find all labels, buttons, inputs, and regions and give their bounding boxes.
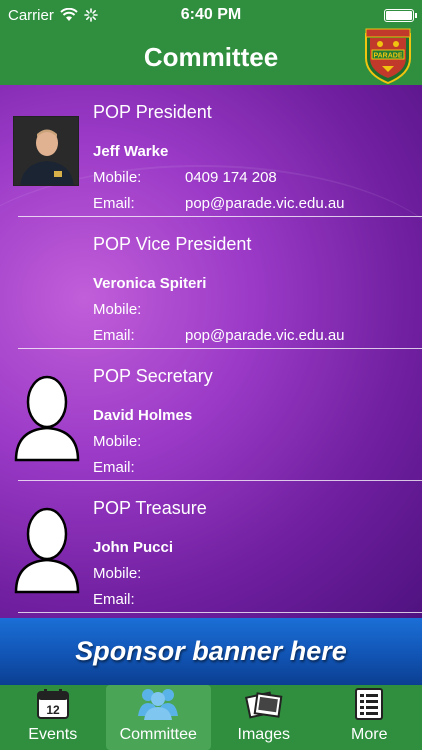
status-left: Carrier xyxy=(8,7,148,24)
email-label: Email: xyxy=(93,591,135,608)
status-bar: Carrier 6:40 PM xyxy=(0,0,422,30)
school-crest-logo: PARADE xyxy=(365,28,411,84)
tab-label: Events xyxy=(28,726,78,743)
list-item[interactable]: POP Secretary David Holmes Mobile: Email… xyxy=(0,349,422,481)
member-role: POP Vice President xyxy=(93,234,252,254)
mobile-label: Mobile: xyxy=(93,565,142,582)
list-item[interactable]: POP Treasure John Pucci Mobile: Email: xyxy=(0,481,422,613)
tab-events[interactable]: 12 Events xyxy=(0,685,106,750)
member-name: Jeff Warke xyxy=(93,143,169,160)
navigation-bar: Committee PARADE xyxy=(0,28,422,85)
calendar-day: 12 xyxy=(46,703,60,717)
email-value[interactable]: pop@parade.vic.edu.au xyxy=(185,327,345,344)
page-title: Committee xyxy=(143,42,279,72)
activity-spinner-icon xyxy=(84,8,98,22)
mobile-value[interactable]: 0409 174 208 xyxy=(185,169,277,186)
email-label: Email: xyxy=(93,195,135,212)
tab-committee[interactable]: Committee xyxy=(105,685,211,750)
member-role: POP Secretary xyxy=(93,366,213,386)
person-placeholder-icon xyxy=(14,507,80,594)
people-icon xyxy=(136,685,180,722)
mobile-label: Mobile: xyxy=(93,433,142,450)
email-value[interactable]: pop@parade.vic.edu.au xyxy=(185,195,345,212)
member-name: John Pucci xyxy=(93,539,174,556)
status-time: 6:40 PM xyxy=(180,6,242,23)
member-name: Veronica Spiteri xyxy=(93,275,207,292)
photos-icon xyxy=(242,685,286,722)
person-photo-icon xyxy=(14,117,78,185)
list-icon xyxy=(347,685,391,722)
wifi-icon xyxy=(60,8,78,21)
member-role: POP Treasure xyxy=(93,498,207,518)
tab-label: Committee xyxy=(119,726,197,743)
person-placeholder-icon xyxy=(14,375,80,462)
member-role: POP President xyxy=(93,102,212,122)
divider xyxy=(18,612,422,613)
tab-images[interactable]: Images xyxy=(211,685,317,750)
sponsor-banner[interactable]: Sponsor banner here xyxy=(0,618,422,685)
status-right xyxy=(274,8,417,22)
battery-icon xyxy=(384,8,417,22)
member-photo xyxy=(13,116,79,186)
email-label: Email: xyxy=(93,327,135,344)
mobile-label: Mobile: xyxy=(93,169,142,186)
committee-list[interactable]: POP President Jeff Warke Mobile: 0409 17… xyxy=(0,85,422,618)
list-item[interactable]: POP Vice President Veronica Spiteri Mobi… xyxy=(0,217,422,349)
tab-label: More xyxy=(351,726,388,743)
tab-bar: 12 Events Committee Images More xyxy=(0,685,422,750)
carrier-label: Carrier xyxy=(8,6,54,24)
calendar-icon: 12 xyxy=(31,685,75,722)
email-label: Email: xyxy=(93,459,135,476)
mobile-label: Mobile: xyxy=(93,301,142,318)
tab-label: Images xyxy=(237,726,290,743)
sponsor-banner-text: Sponsor banner here xyxy=(75,636,347,666)
svg-text:PARADE: PARADE xyxy=(373,53,402,60)
list-item[interactable]: POP President Jeff Warke Mobile: 0409 17… xyxy=(0,85,422,217)
tab-more[interactable]: More xyxy=(317,685,422,750)
member-name: David Holmes xyxy=(93,407,193,424)
